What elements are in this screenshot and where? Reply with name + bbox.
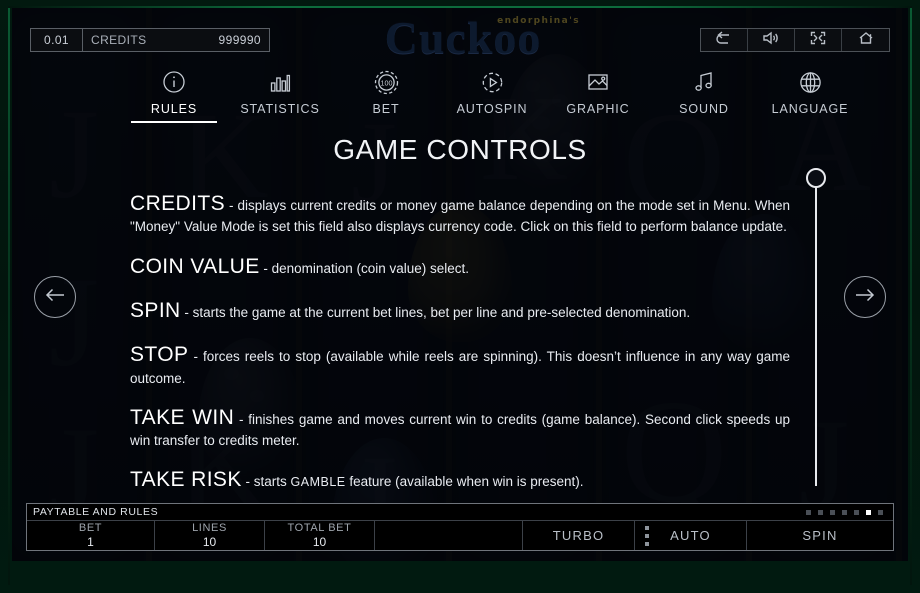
previous-page-button[interactable]: [34, 276, 76, 318]
rule-text-take-risk-post: feature (available when win is present).: [345, 474, 584, 490]
play-circle-icon: [480, 69, 505, 95]
rule-entry-take-win: TAKE WIN - finishes game and moves curre…: [130, 404, 790, 451]
credits-label: CREDITS: [91, 33, 147, 47]
lines-meter[interactable]: LINES 10: [155, 521, 265, 550]
tab-label-graphic: GRAPHIC: [566, 102, 630, 116]
turbo-button-label: TURBO: [552, 528, 605, 543]
spin-button-label: SPIN: [802, 528, 838, 543]
tab-label-autospin: AUTOSPIN: [456, 102, 528, 116]
rule-term-take-win: TAKE WIN: [130, 405, 235, 429]
tab-language[interactable]: LANGUAGE: [758, 66, 862, 116]
tab-bet[interactable]: 100 BET: [334, 66, 438, 116]
total-bet-meter[interactable]: TOTAL BET 10: [265, 521, 375, 550]
lines-meter-value: 10: [202, 535, 217, 549]
rule-entry-coin-value: COIN VALUE - denomination (coin value) s…: [130, 253, 790, 281]
tab-label-language: LANGUAGE: [771, 102, 849, 116]
music-note-icon: [692, 69, 716, 95]
bar-chart-icon: [268, 69, 292, 95]
home-button[interactable]: [842, 29, 889, 51]
win-display: [375, 521, 523, 550]
rule-text-take-risk-pre: - starts: [241, 474, 291, 490]
page-dot[interactable]: [854, 509, 859, 515]
frame-right-edge: [910, 8, 912, 585]
rule-term-spin: SPIN: [130, 298, 181, 322]
page-dot-active[interactable]: [866, 509, 871, 515]
tab-label-sound: SOUND: [679, 102, 729, 116]
bet-meter-value: 1: [87, 535, 94, 549]
frame-left-edge: [8, 8, 10, 585]
tab-sound[interactable]: SOUND: [652, 66, 756, 116]
rule-text-stop: - forces reels to stop (available while …: [130, 349, 790, 386]
rule-entry-stop: STOP - forces reels to stop (available w…: [130, 341, 790, 388]
rule-keyword-gamble: GAMBLE: [290, 475, 346, 490]
page-dot[interactable]: [830, 509, 835, 515]
game-window: J J J K K J J K Q Q A J: [0, 0, 920, 593]
lines-meter-label: LINES: [192, 522, 227, 534]
undo-icon: [715, 30, 733, 50]
auto-button-label: AUTO: [670, 528, 711, 543]
info-icon: [162, 69, 186, 95]
image-icon: [586, 69, 610, 95]
game-stage: J J J K K J J K Q Q A J: [12, 8, 908, 561]
tab-label-statistics: STATISTICS: [240, 102, 320, 116]
credits-meter[interactable]: 0.01 CREDITS 999990: [30, 28, 270, 52]
scrollbar-track[interactable]: [815, 178, 817, 486]
bet-meter-label: BET: [78, 522, 103, 534]
tab-autospin[interactable]: AUTOSPIN: [440, 66, 544, 116]
arrow-left-icon: [44, 287, 66, 308]
page-dot[interactable]: [842, 509, 847, 515]
bottom-bar: PAYTABLE AND RULES BET 1 LINES 10 TOTAL …: [26, 503, 894, 551]
rule-term-stop: STOP: [130, 343, 189, 367]
spin-button[interactable]: SPIN: [747, 521, 893, 550]
back-button[interactable]: [701, 29, 748, 51]
window-controls: [700, 28, 890, 52]
rule-entry-take-risk: TAKE RISK - starts GAMBLE feature (avail…: [130, 466, 790, 494]
credits-value[interactable]: 999990: [193, 29, 269, 51]
sound-icon: [762, 31, 780, 50]
auto-button[interactable]: AUTO: [635, 521, 747, 550]
tab-label-bet: BET: [372, 102, 400, 116]
rules-content: GAME CONTROLS CREDITS - displays current…: [12, 134, 908, 504]
menu-tabs: RULES STATISTICS 100 BET AUTOSPIN GRAPHI…: [122, 66, 862, 123]
rule-text-coin-value: - denomination (coin value) select.: [259, 260, 470, 276]
page-title: GAME CONTROLS: [333, 134, 587, 165]
fullscreen-icon: [810, 31, 826, 50]
tab-graphic[interactable]: GRAPHIC: [546, 66, 650, 116]
svg-text:100: 100: [380, 78, 392, 87]
turbo-button[interactable]: TURBO: [523, 521, 635, 550]
fullscreen-button[interactable]: [795, 29, 842, 51]
rule-text-spin: - starts the game at the current bet lin…: [180, 304, 691, 320]
rule-term-credits: CREDITS: [130, 192, 225, 215]
total-bet-meter-label: TOTAL BET: [287, 522, 352, 534]
page-dot[interactable]: [818, 509, 823, 515]
paytable-header: PAYTABLE AND RULES: [27, 504, 893, 521]
total-bet-meter-value: 10: [312, 535, 327, 549]
page-dot[interactable]: [806, 509, 811, 515]
globe-icon: [798, 69, 823, 95]
chip-icon: 100: [374, 69, 399, 95]
home-icon: [858, 31, 874, 50]
rule-term-take-risk: TAKE RISK: [130, 468, 242, 492]
bottom-controls-row: BET 1 LINES 10 TOTAL BET 10 TURBO AUTO S…: [27, 521, 893, 550]
active-tab-underline: [131, 121, 217, 123]
paytable-label: PAYTABLE AND RULES: [33, 506, 159, 518]
tab-label-rules: RULES: [150, 102, 198, 116]
arrow-right-icon: [854, 287, 876, 308]
scrollbar-thumb[interactable]: [806, 168, 826, 188]
page-dot[interactable]: [878, 509, 883, 515]
bet-meter[interactable]: BET 1: [27, 521, 155, 550]
auto-settings-icon[interactable]: [645, 525, 649, 546]
rule-entry-credits: CREDITS - displays current credits or mo…: [130, 190, 790, 237]
page-indicator: [806, 509, 887, 515]
tab-rules[interactable]: RULES: [122, 66, 226, 123]
tab-statistics[interactable]: STATISTICS: [228, 66, 332, 116]
rule-text-credits: - displays current credits or money game…: [130, 198, 790, 235]
content-scrollbar[interactable]: [806, 168, 826, 486]
rule-term-coin-value: COIN VALUE: [130, 254, 260, 278]
rule-entry-spin: SPIN - starts the game at the current be…: [130, 297, 790, 325]
next-page-button[interactable]: [844, 276, 886, 318]
coin-value-field[interactable]: 0.01: [31, 29, 83, 51]
sound-button[interactable]: [748, 29, 795, 51]
